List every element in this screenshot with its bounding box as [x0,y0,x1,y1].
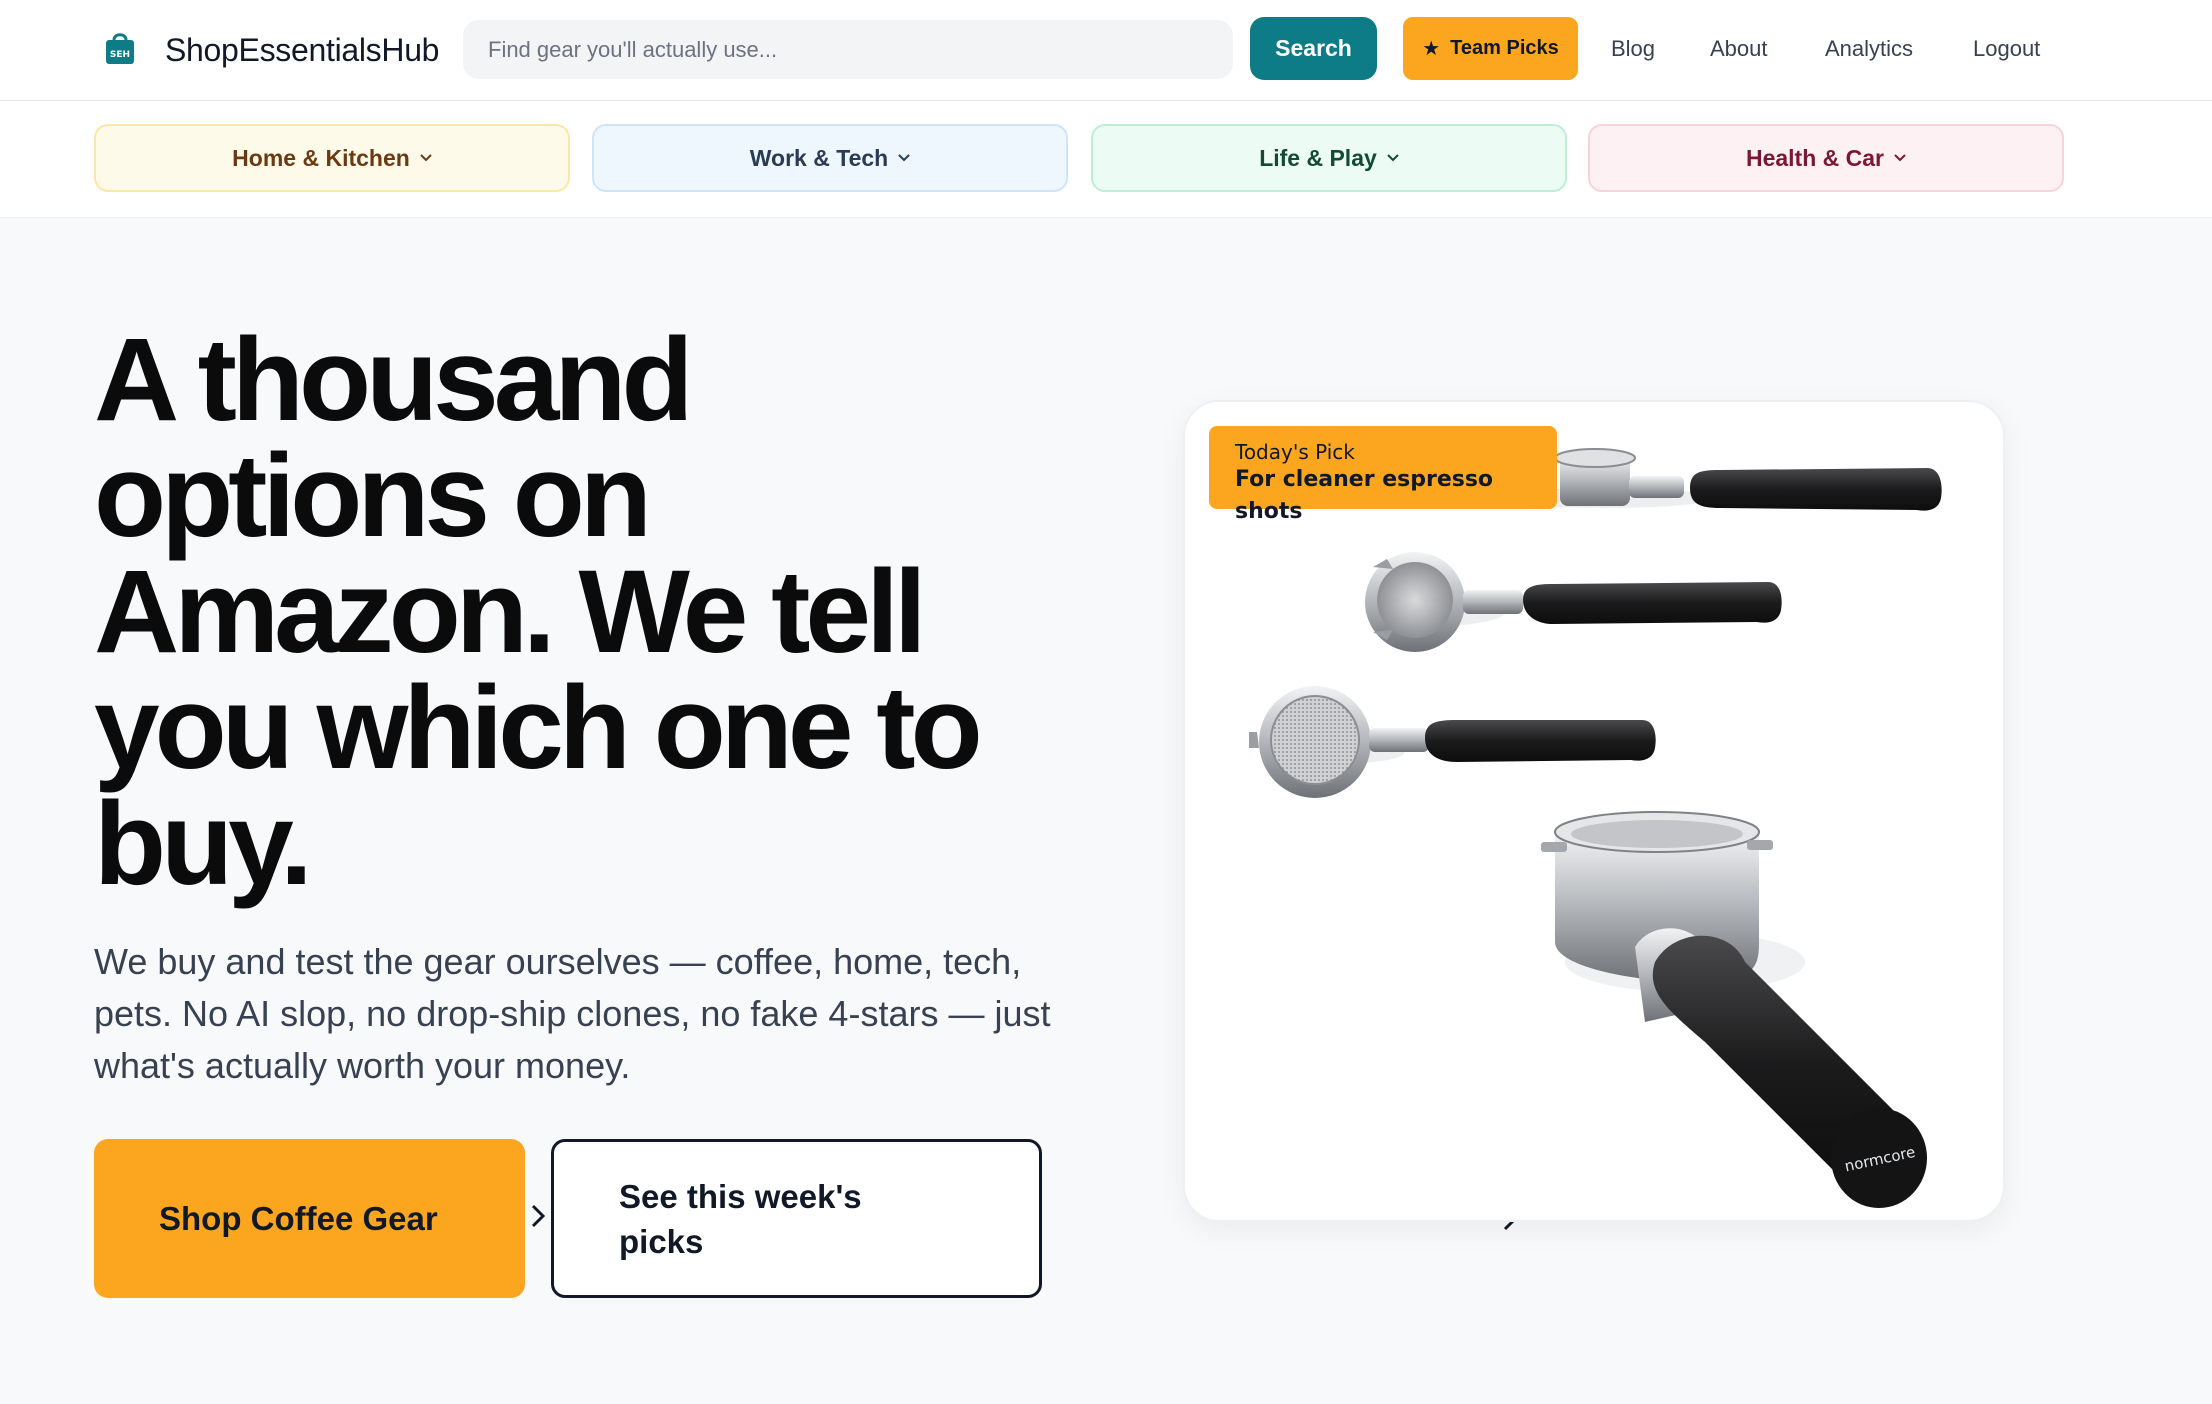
shopping-bag-logo-icon[interactable]: SEH [104,30,136,66]
site-logo-text[interactable]: ShopEssentialsHub [165,30,439,70]
category-bar: Home & Kitchen Work & Tech Life & Play H… [0,101,2212,218]
shop-coffee-gear-button[interactable]: Shop Coffee Gear [94,1139,546,1298]
chevron-right-icon [531,1204,546,1228]
chevron-down-icon [420,154,432,162]
cta-label: See this week's picks [619,1177,862,1260]
chevron-down-icon [1387,154,1399,162]
star-icon: ★ [1422,37,1441,60]
todays-pick-badge: Today's Pick For cleaner espresso shots [1209,426,1557,524]
svg-text:SEH: SEH [110,50,130,60]
nav-link-analytics[interactable]: Analytics [1825,34,1913,64]
todays-pick-kicker: Today's Pick [1235,440,1355,464]
hero-title: A thousand options on Amazon. We tell yo… [94,314,983,910]
see-weekly-picks-button[interactable]: See this week's picks [551,1139,1518,1298]
category-label: Health & Car [1745,144,1885,171]
todays-pick-title: For cleaner espresso shots [1235,467,1494,524]
search-button[interactable]: Search [1250,17,1377,80]
search-input[interactable] [463,20,1233,79]
nav-link-logout[interactable]: Logout [1973,34,2040,64]
nav-link-about[interactable]: About [1710,34,1768,64]
category-home-kitchen[interactable]: Home & Kitchen [94,124,570,192]
chevron-down-icon [898,154,910,162]
category-label: Work & Tech [749,144,889,171]
category-label: Home & Kitchen [232,144,410,171]
category-life-play[interactable]: Life & Play [1091,124,1567,192]
team-picks-label: Team Picks [1450,37,1559,59]
category-label: Life & Play [1259,144,1377,171]
cta-label: Shop Coffee Gear [159,1200,438,1237]
category-work-tech[interactable]: Work & Tech [592,124,1068,192]
site-header: SEH ShopEssentialsHub Search ★ Team Pick… [0,0,2212,101]
team-picks-button[interactable]: ★ Team Picks [1403,17,1578,80]
nav-link-blog[interactable]: Blog [1611,34,1655,64]
hero-subtitle: We buy and test the gear ourselves — cof… [94,941,1051,1086]
chevron-down-icon [1894,154,1906,162]
category-health-car[interactable]: Health & Car [1588,124,2064,192]
